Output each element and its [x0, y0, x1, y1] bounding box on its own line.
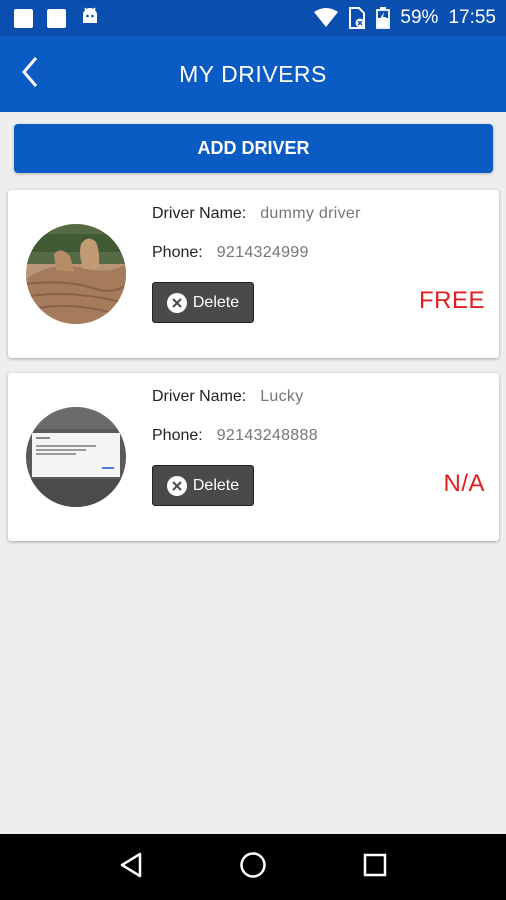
- clock: 17:55: [448, 7, 496, 28]
- recents-square-icon: [363, 853, 387, 882]
- delete-button-label: Delete: [192, 293, 240, 311]
- driver-phone-value: 92143248888: [216, 427, 318, 444]
- android-robot-icon: [80, 7, 100, 30]
- home-circle-icon: [239, 851, 267, 884]
- sim-icon: [348, 7, 366, 29]
- driver-name-label: Driver Name:: [152, 388, 247, 405]
- driver-card: Driver Name: Lucky Phone: 92143248888 De…: [8, 373, 499, 541]
- nav-home-button[interactable]: [233, 847, 273, 887]
- delete-driver-button[interactable]: Delete: [152, 465, 254, 506]
- back-button[interactable]: [10, 54, 50, 94]
- back-triangle-icon: [119, 852, 143, 883]
- page-title: MY DRIVERS: [179, 60, 327, 87]
- add-driver-button[interactable]: ADD DRIVER: [14, 124, 493, 173]
- driver-status: N/A: [443, 470, 485, 497]
- driver-phone-label: Phone:: [152, 427, 203, 444]
- driver-phone-value: 9214324999: [216, 244, 309, 261]
- driver-phone-label: Phone:: [152, 244, 203, 261]
- driver-name-value: dummy driver: [260, 205, 361, 222]
- driver-name-value: Lucky: [260, 388, 304, 405]
- driver-avatar[interactable]: [26, 407, 126, 507]
- driver-name-row: Driver Name: Lucky: [152, 388, 304, 406]
- close-circle-icon: [166, 292, 187, 313]
- app-bar: MY DRIVERS: [0, 36, 506, 112]
- wifi-icon: [314, 8, 339, 28]
- delete-driver-button[interactable]: Delete: [152, 282, 254, 323]
- delete-button-label: Delete: [192, 476, 240, 494]
- nav-back-button[interactable]: [111, 847, 151, 887]
- driver-name-row: Driver Name: dummy driver: [152, 205, 361, 223]
- nav-recents-button[interactable]: [355, 847, 395, 887]
- driver-name-label: Driver Name:: [152, 205, 247, 222]
- driver-card: Driver Name: dummy driver Phone: 9214324…: [8, 190, 499, 358]
- battery-percent: 59%: [400, 7, 439, 28]
- notification-square-icon: [14, 8, 33, 28]
- status-bar: 59% 17:55: [0, 0, 506, 36]
- driver-phone-row: Phone: 92143248888: [152, 427, 318, 445]
- status-bar-notifications: [14, 7, 100, 30]
- close-circle-icon: [166, 475, 187, 496]
- driver-avatar[interactable]: [26, 224, 126, 324]
- driver-phone-row: Phone: 9214324999: [152, 244, 309, 262]
- driver-status: FREE: [418, 287, 485, 314]
- chevron-left-icon: [20, 56, 40, 93]
- status-bar-system: 59% 17:55: [314, 7, 496, 29]
- system-nav-bar: [0, 834, 506, 900]
- battery-icon: [376, 7, 391, 29]
- notification-square-icon: [47, 8, 66, 28]
